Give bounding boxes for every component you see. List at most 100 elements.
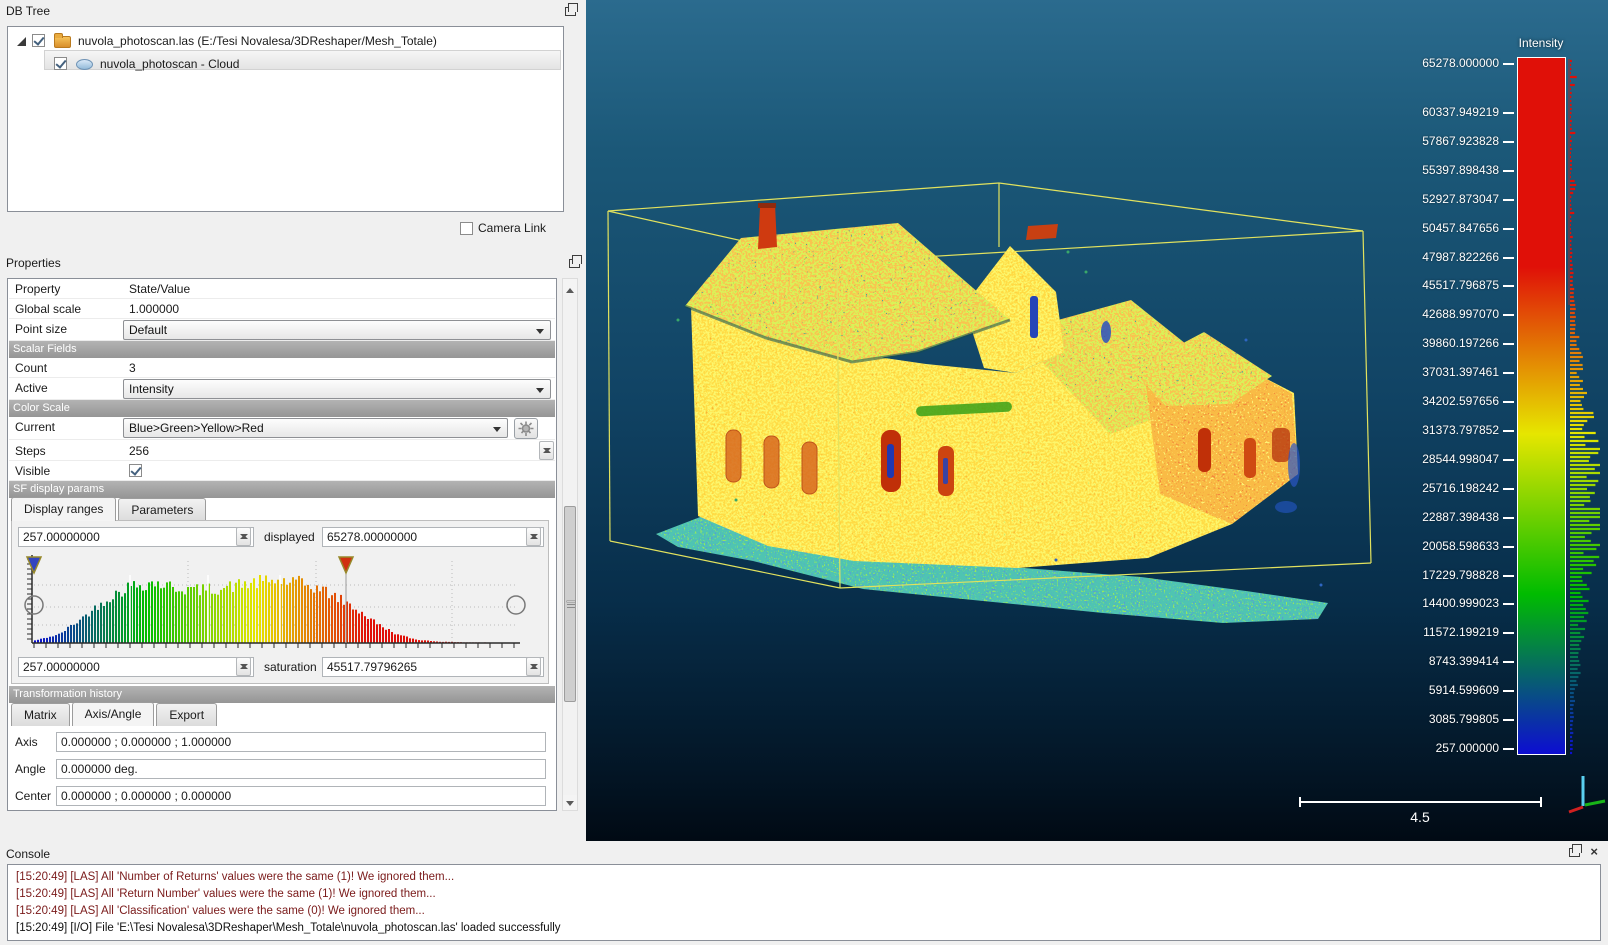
orientation-gizmo [1569, 776, 1605, 812]
properties-table: Property State/Value Global scale 1.0000… [7, 278, 557, 811]
console-panel: Console × [15:20:49] [LAS] All 'Number o… [0, 841, 1608, 945]
color-ramp-tick-mark [1503, 199, 1514, 201]
console-title: Console [0, 843, 1608, 865]
tab-display-ranges[interactable]: Display ranges [11, 497, 116, 521]
color-ramp-tick-label: 3085.799805 [1429, 712, 1499, 726]
color-ramp-tick-mark [1503, 661, 1514, 663]
gl-viewport[interactable]: Intensity 65278.00000060337.94921957867.… [586, 0, 1608, 841]
tree-cloud-checkbox[interactable] [54, 57, 67, 70]
float-window-icon[interactable] [565, 7, 576, 16]
color-ramp-bar [1517, 57, 1566, 755]
expander-icon[interactable] [17, 37, 26, 46]
steps-spinner[interactable] [539, 441, 554, 460]
color-ramp-tick-mark [1503, 719, 1514, 721]
color-ramp-tick-label: 60337.949219 [1422, 105, 1499, 119]
scroll-down-button[interactable] [563, 795, 577, 810]
range-min-input[interactable]: 257.00000000 [18, 527, 254, 547]
saturation-label: saturation [264, 660, 317, 674]
saturation-marker[interactable] [339, 557, 353, 573]
color-ramp-histogram [1568, 55, 1608, 757]
color-ramp-tick-mark [1503, 575, 1514, 577]
saturation-max-input[interactable]: 45517.79796265 [322, 657, 544, 677]
min-marker[interactable] [27, 557, 41, 573]
steps-row: Steps 256 [9, 441, 555, 461]
saturation-min-spinner[interactable] [236, 657, 251, 676]
center-value-field[interactable]: 0.000000 ; 0.000000 ; 0.000000 [56, 786, 546, 806]
close-icon[interactable]: × [1590, 845, 1598, 858]
scrollbar-thumb[interactable] [564, 506, 576, 702]
angle-value-field[interactable]: 0.000000 deg. [56, 759, 546, 779]
color-ramp-tick-label: 17229.798828 [1422, 568, 1499, 582]
color-scale-editor-button[interactable] [514, 418, 538, 439]
saturation-max-spinner[interactable] [526, 657, 541, 676]
visible-label: Visible [15, 464, 50, 478]
active-sf-dropdown[interactable]: Intensity [123, 379, 551, 399]
color-ramp-tick-label: 22887.398438 [1422, 510, 1499, 524]
tree-cloud-label[interactable]: nuvola_photoscan - Cloud [100, 57, 239, 71]
color-ramp-tick-label: 57867.923828 [1422, 134, 1499, 148]
tree-root-checkbox[interactable] [32, 34, 45, 47]
color-ramp-tick-label: 47987.822266 [1422, 250, 1499, 264]
section-transformation-history: Transformation history [9, 686, 555, 703]
color-ramp-tick-label: 14400.999023 [1422, 596, 1499, 610]
console-log[interactable]: [15:20:49] [LAS] All 'Number of Returns'… [7, 864, 1601, 941]
color-ramp-tick-mark [1503, 112, 1514, 114]
color-ramp-tick-mark [1503, 257, 1514, 259]
y-axis-icon [1585, 801, 1605, 805]
tab-axis-angle[interactable]: Axis/Angle [72, 702, 155, 726]
display-ranges-pane: 257.00000000 displayed 65278.00000000 25… [11, 520, 549, 684]
point-size-label: Point size [15, 322, 67, 336]
color-ramp-tick-label: 55397.898438 [1422, 163, 1499, 177]
tab-parameters[interactable]: Parameters [118, 498, 206, 521]
color-ramp-tick-mark [1503, 517, 1514, 519]
bounding-box-back-edges [608, 183, 1363, 262]
properties-scrollbar[interactable] [562, 278, 578, 811]
console-message: [15:20:49] [LAS] All 'Number of Returns'… [16, 869, 1600, 886]
color-ramp-tick-label: 28544.998047 [1422, 452, 1499, 466]
camera-link-checkbox[interactable] [460, 222, 473, 235]
color-ramp-tick-label: 34202.597656 [1422, 394, 1499, 408]
displayed-max-input[interactable]: 65278.00000000 [322, 527, 544, 547]
tree-root-label[interactable]: nuvola_photoscan.las (E:/Tesi Novalesa/3… [78, 34, 437, 48]
sf-histogram[interactable] [18, 551, 544, 653]
color-ramp-tick-label: 37031.397461 [1422, 365, 1499, 379]
scale-bar [1299, 801, 1542, 803]
section-sf-display-params: SF display params [9, 481, 555, 498]
count-value: 3 [129, 361, 136, 375]
tree-item-root[interactable]: nuvola_photoscan.las (E:/Tesi Novalesa/3… [8, 30, 563, 50]
color-ramp-tick-mark [1503, 459, 1514, 461]
db-tree-view[interactable]: nuvola_photoscan.las (E:/Tesi Novalesa/3… [7, 26, 564, 212]
color-ramp-tick-label: 25716.198242 [1422, 481, 1499, 495]
active-label: Active [15, 381, 48, 395]
section-scalar-fields: Scalar Fields [9, 341, 555, 358]
column-property: Property [15, 282, 60, 296]
tab-matrix[interactable]: Matrix [11, 703, 70, 726]
console-message: [15:20:49] [I/O] File 'E:\Tesi Novalesa\… [16, 920, 1600, 937]
axis-value-field[interactable]: 0.000000 ; 0.000000 ; 1.000000 [56, 732, 546, 752]
saturation-min-input[interactable]: 257.00000000 [18, 657, 254, 677]
visible-checkbox[interactable] [129, 464, 142, 477]
db-tree-title: DB Tree [0, 0, 586, 22]
color-ramp-tick-mark [1503, 401, 1514, 403]
global-scale-label: Global scale [15, 302, 81, 316]
console-message: [15:20:49] [LAS] All 'Classification' va… [16, 903, 1600, 920]
color-ramp-tick-label: 65278.000000 [1422, 56, 1499, 70]
color-ramp-tick-mark [1503, 228, 1514, 230]
color-ramp-tick-mark [1503, 314, 1514, 316]
float-window-icon[interactable] [1569, 848, 1580, 857]
scroll-up-button[interactable] [563, 279, 577, 294]
tree-item-cloud[interactable]: nuvola_photoscan - Cloud [8, 53, 563, 73]
tab-export[interactable]: Export [156, 703, 217, 726]
color-scale-dropdown[interactable]: Blue>Green>Yellow>Red [123, 418, 508, 438]
color-ramp-tick-label: 8743.399414 [1429, 654, 1499, 668]
color-ramp-tick-mark [1503, 141, 1514, 143]
steps-value: 256 [129, 444, 149, 458]
float-window-icon[interactable] [569, 259, 580, 268]
point-size-dropdown[interactable]: Default [123, 320, 551, 340]
color-ramp-tick-mark [1503, 285, 1514, 287]
displayed-max-spinner[interactable] [526, 527, 541, 546]
range-min-spinner[interactable] [236, 527, 251, 546]
church-point-cloud [646, 203, 1346, 630]
color-ramp-tick-mark [1503, 343, 1514, 345]
count-row: Count 3 [9, 358, 555, 378]
